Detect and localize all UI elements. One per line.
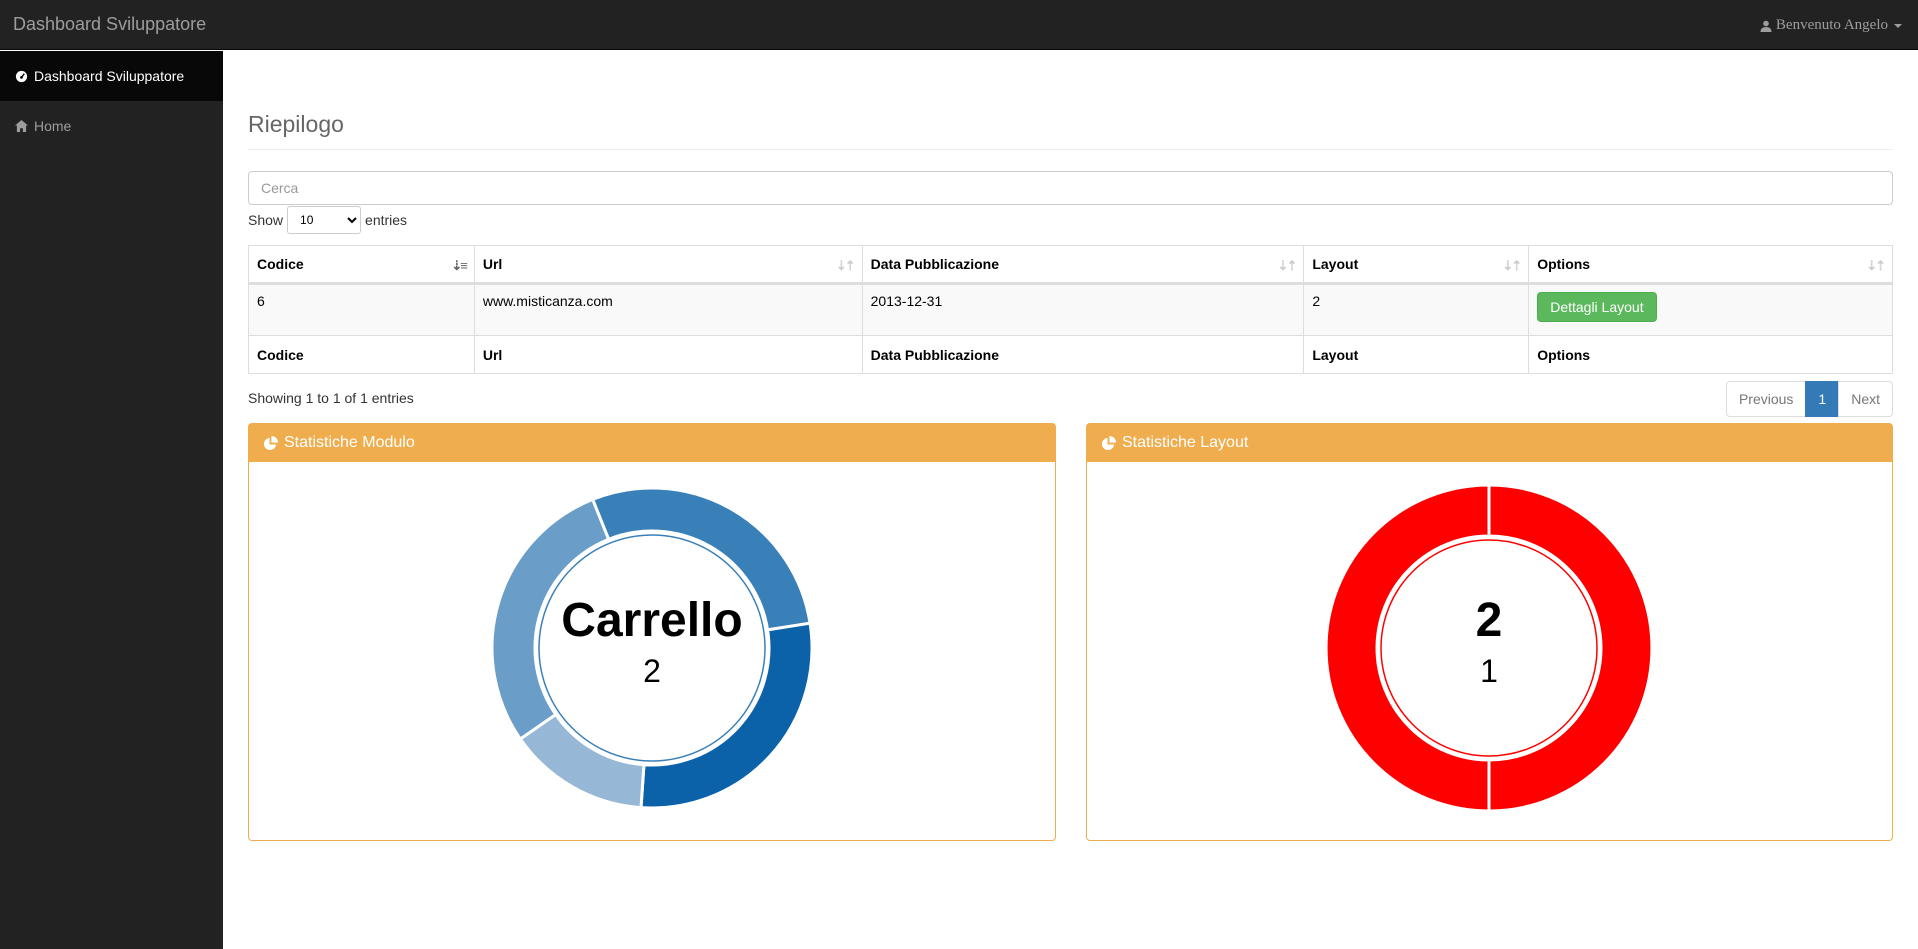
- home-icon: [15, 120, 28, 132]
- donut-slice[interactable]: [1487, 483, 1654, 813]
- search-input[interactable]: [248, 171, 1893, 205]
- donut-center-value: 2: [643, 653, 661, 689]
- donut-center-label: Carrello: [561, 594, 742, 647]
- dettagli-layout-button[interactable]: Dettagli Layout: [1537, 292, 1657, 322]
- donut-inner-ring: [1380, 539, 1598, 757]
- column-header-options[interactable]: Options ⇣⇡: [1528, 245, 1893, 285]
- cell-options: Dettagli Layout: [1528, 283, 1893, 336]
- caret-down-icon: [1894, 23, 1902, 28]
- sidebar-item-label: Dashboard Sviluppatore: [34, 68, 185, 84]
- entries-select[interactable]: 10: [287, 206, 362, 234]
- footer-url: Url: [473, 335, 863, 374]
- pagination-previous[interactable]: Previous: [1725, 381, 1807, 417]
- entries-label: entries: [365, 212, 408, 228]
- pagination-next[interactable]: Next: [1838, 381, 1893, 417]
- footer-data-pubblicazione: Data Pubblicazione: [861, 335, 1305, 374]
- sidebar: Dashboard Sviluppatore Home: [0, 51, 223, 949]
- column-header-data-pubblicazione[interactable]: Data Pubblicazione ⇣⇡: [861, 245, 1305, 285]
- dashboard-icon: [15, 70, 28, 82]
- cell-url: www.misticanza.com: [473, 283, 863, 336]
- footer-codice: Codice: [248, 335, 475, 374]
- pie-chart-icon: [1101, 435, 1116, 450]
- donut-center-value: 1: [1480, 653, 1498, 689]
- sort-ascending-icon: ⇣≡: [451, 258, 468, 273]
- sort-icon: ⇣⇡: [1277, 258, 1298, 273]
- panel-title: Statistiche Modulo: [284, 434, 415, 451]
- entries-length-control: Show 10 entries: [248, 206, 407, 234]
- panel-title: Statistiche Layout: [1122, 434, 1249, 451]
- table-row: 6 www.misticanza.com 2013-12-31 2 Dettag…: [248, 283, 1893, 336]
- sidebar-item-label: Home: [34, 118, 72, 134]
- show-label: Show: [248, 212, 284, 228]
- user-menu[interactable]: Benvenuto Angelo: [1760, 17, 1902, 34]
- donut-slice[interactable]: [639, 621, 814, 810]
- pagination: Previous 1 Next: [1725, 381, 1893, 417]
- cell-codice: 6: [248, 283, 475, 336]
- pagination-page[interactable]: 1: [1805, 381, 1840, 417]
- sort-icon: ⇣⇡: [1866, 258, 1886, 273]
- footer-options: Options: [1528, 335, 1893, 374]
- sort-icon: ⇣⇡: [1502, 258, 1522, 273]
- navbar-brand[interactable]: Dashboard Sviluppatore: [13, 14, 206, 35]
- donut-center-label: 2: [1476, 594, 1503, 647]
- cell-layout: 2: [1303, 283, 1530, 336]
- donut-slice[interactable]: [518, 712, 646, 810]
- table-info: Showing 1 to 1 of 1 entries: [248, 390, 414, 406]
- sidebar-item-dashboard[interactable]: Dashboard Sviluppatore: [0, 51, 223, 101]
- panel-heading: Statistiche Layout: [1087, 424, 1892, 462]
- sort-icon: ⇣⇡: [835, 258, 856, 273]
- divider: [248, 149, 1893, 150]
- column-header-url[interactable]: Url ⇣⇡: [473, 245, 863, 285]
- donut-chart-layout: 21: [1324, 483, 1654, 813]
- user-menu-label: Benvenuto Angelo: [1775, 17, 1888, 33]
- column-header-codice[interactable]: Codice ⇣≡: [248, 245, 475, 285]
- donut-chart-modulo: Carrello 2: [490, 486, 814, 810]
- column-header-layout[interactable]: Layout ⇣⇡: [1303, 245, 1530, 285]
- cell-data-pubblicazione: 2013-12-31: [861, 283, 1305, 336]
- pie-chart-icon: [263, 435, 278, 450]
- footer-layout: Layout: [1303, 335, 1530, 374]
- donut-slice[interactable]: [1324, 483, 1491, 813]
- donut-inner-ring: [538, 534, 766, 762]
- sidebar-item-home[interactable]: Home: [0, 101, 223, 151]
- page-title: Riepilogo: [248, 111, 344, 137]
- data-table: Codice ⇣≡ Url ⇣⇡ Data Pubblicazione ⇣⇡ Layo…: [248, 245, 1893, 374]
- panel-statistiche-layout: Statistiche Layout 21: [1086, 423, 1893, 841]
- top-navbar: Dashboard Sviluppatore Benvenuto Angelo: [0, 0, 1918, 50]
- user-icon: [1760, 20, 1772, 32]
- panel-statistiche-modulo: Statistiche Modulo Carrello 2: [248, 423, 1056, 841]
- panel-heading: Statistiche Modulo: [249, 424, 1055, 462]
